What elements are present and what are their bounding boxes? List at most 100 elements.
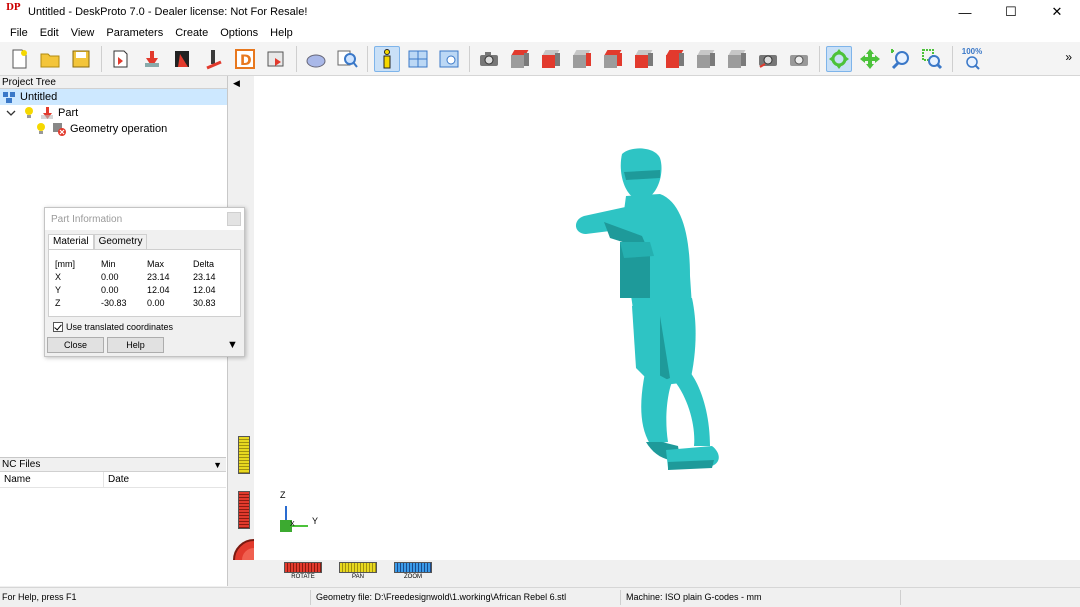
view-left-button[interactable] <box>631 46 657 72</box>
collapse-arrow-icon[interactable]: ◀ <box>233 78 240 89</box>
toolbar-overflow-button[interactable]: » <box>1065 50 1072 64</box>
open-file-button[interactable] <box>37 46 63 72</box>
bitmap-icon <box>175 50 189 67</box>
menu-view[interactable]: View <box>65 27 101 39</box>
toolbar-separator <box>469 45 470 72</box>
table-cell: 0.00 <box>101 284 119 295</box>
close-window-button[interactable]: ✕ <box>1034 0 1080 24</box>
minimize-button[interactable]: — <box>942 0 988 24</box>
nc-col-date-label: Date <box>108 474 130 485</box>
import-geometry-button[interactable] <box>108 46 134 72</box>
axis-triad-icon <box>280 506 308 532</box>
export-button[interactable] <box>263 46 289 72</box>
3d-viewport[interactable]: Z X Y <box>254 76 1080 560</box>
nc-col-date[interactable]: Date <box>104 472 226 487</box>
menu-create[interactable]: Create <box>169 27 214 39</box>
lightbulb-icon[interactable] <box>22 106 36 120</box>
window-title: Untitled - DeskProto 7.0 - Dealer licens… <box>28 6 308 18</box>
zoom-slider-vertical[interactable] <box>238 436 250 474</box>
chevron-down-icon[interactable] <box>4 106 18 120</box>
view-control-bar: ROTATE PAN ZOOM <box>228 560 1080 586</box>
table-row: Y 0.00 12.04 12.04 <box>49 283 240 296</box>
bitmap-button[interactable] <box>170 46 196 72</box>
rotate-slider-vertical[interactable] <box>238 491 250 529</box>
zoom-window-button[interactable] <box>919 46 945 72</box>
view-solid-button[interactable] <box>693 46 719 72</box>
nc-col-name[interactable]: Name <box>0 472 104 487</box>
axis-x-label: X <box>290 521 295 528</box>
maximize-button[interactable]: ☐ <box>988 0 1034 24</box>
new-file-button[interactable] <box>6 46 32 72</box>
preview-button[interactable] <box>436 46 462 72</box>
tab-geometry[interactable]: Geometry <box>93 234 148 249</box>
view-wire-button[interactable] <box>724 46 750 72</box>
axis-y-label: Y <box>312 516 319 526</box>
print-view-button[interactable] <box>786 46 812 72</box>
translated-coords-checkbox[interactable] <box>53 322 63 332</box>
cube-back-view-icon <box>603 49 623 68</box>
view-right-button[interactable] <box>569 46 595 72</box>
menu-file[interactable]: File <box>4 27 34 39</box>
layout-button[interactable] <box>405 46 431 72</box>
rotate-arrows-icon <box>829 48 849 69</box>
tree-item-part[interactable]: Part <box>0 105 227 121</box>
rotate-mode-button[interactable] <box>826 45 852 72</box>
save-file-button[interactable] <box>68 46 94 72</box>
translated-coords-option[interactable]: Use translated coordinates <box>53 322 244 332</box>
pan-mode-button[interactable] <box>857 46 883 72</box>
menu-bar: File Edit View Parameters Create Options… <box>0 24 1080 42</box>
zoom-mode-button[interactable] <box>888 46 914 72</box>
screenshot-button[interactable] <box>755 46 781 72</box>
dimension-table: [mm] Min Max Delta X 0.00 23.14 23.14 Y … <box>48 249 241 317</box>
part-parameters-button[interactable] <box>139 46 165 72</box>
expand-dialog-icon[interactable]: ▼ <box>227 339 238 351</box>
zoom-slider[interactable] <box>394 562 432 573</box>
tree-item-project[interactable]: Untitled <box>0 89 227 105</box>
zoom-window-icon <box>922 48 943 69</box>
tree-item-geometry-operation[interactable]: Geometry operation <box>0 121 227 137</box>
export-icon <box>267 51 284 66</box>
drawing-button[interactable]: D <box>232 46 258 72</box>
nc-files-header: NC Files ▼ <box>0 458 226 472</box>
menu-parameters[interactable]: Parameters <box>100 27 169 39</box>
dialog-buttons: Close Help ▼ <box>47 337 244 353</box>
tool-button[interactable] <box>201 46 227 72</box>
help-button[interactable]: Help <box>107 337 164 353</box>
dialog-close-button[interactable] <box>227 212 241 226</box>
nc-col-name-label: Name <box>4 474 31 485</box>
toolbar-separator <box>367 45 368 72</box>
part-info-button[interactable] <box>374 45 400 72</box>
nc-files-dropdown-icon[interactable]: ▼ <box>213 460 222 470</box>
table-cell: 0.00 <box>147 297 165 308</box>
view-iso-button[interactable] <box>507 46 533 72</box>
translated-coords-label: Use translated coordinates <box>66 322 174 332</box>
nc-files-panel: NC Files ▼ Name Date <box>0 457 226 585</box>
pan-slider[interactable] <box>339 562 377 573</box>
cube-wire-icon <box>727 49 747 68</box>
dialog-title: Part Information <box>45 208 244 230</box>
part-figure-icon <box>145 50 159 67</box>
zoom-100-button[interactable]: 100% <box>959 46 985 72</box>
cube-right-view-icon <box>572 49 592 68</box>
toolbar-separator <box>952 45 953 72</box>
menu-edit[interactable]: Edit <box>34 27 65 39</box>
table-row: X 0.00 23.14 23.14 <box>49 270 240 283</box>
rotate-label: ROTATE <box>291 574 315 580</box>
cube-top-view-icon <box>510 49 530 68</box>
view-front-button[interactable] <box>538 46 564 72</box>
3d-model-figure[interactable] <box>564 146 744 496</box>
magnifier-icon <box>337 50 358 68</box>
view-back-button[interactable] <box>600 46 626 72</box>
cube-left-view-icon <box>634 49 654 68</box>
camera-print-icon <box>790 54 808 66</box>
rotate-slider[interactable] <box>284 562 322 573</box>
shading-button[interactable] <box>303 46 329 72</box>
camera-view-button[interactable] <box>476 46 502 72</box>
tab-material[interactable]: Material <box>48 234 94 249</box>
menu-help[interactable]: Help <box>264 27 299 39</box>
inspect-button[interactable] <box>334 46 360 72</box>
menu-options[interactable]: Options <box>214 27 264 39</box>
view-bottom-button[interactable] <box>662 46 688 72</box>
close-button[interactable]: Close <box>47 337 104 353</box>
lightbulb-icon[interactable] <box>34 122 48 136</box>
